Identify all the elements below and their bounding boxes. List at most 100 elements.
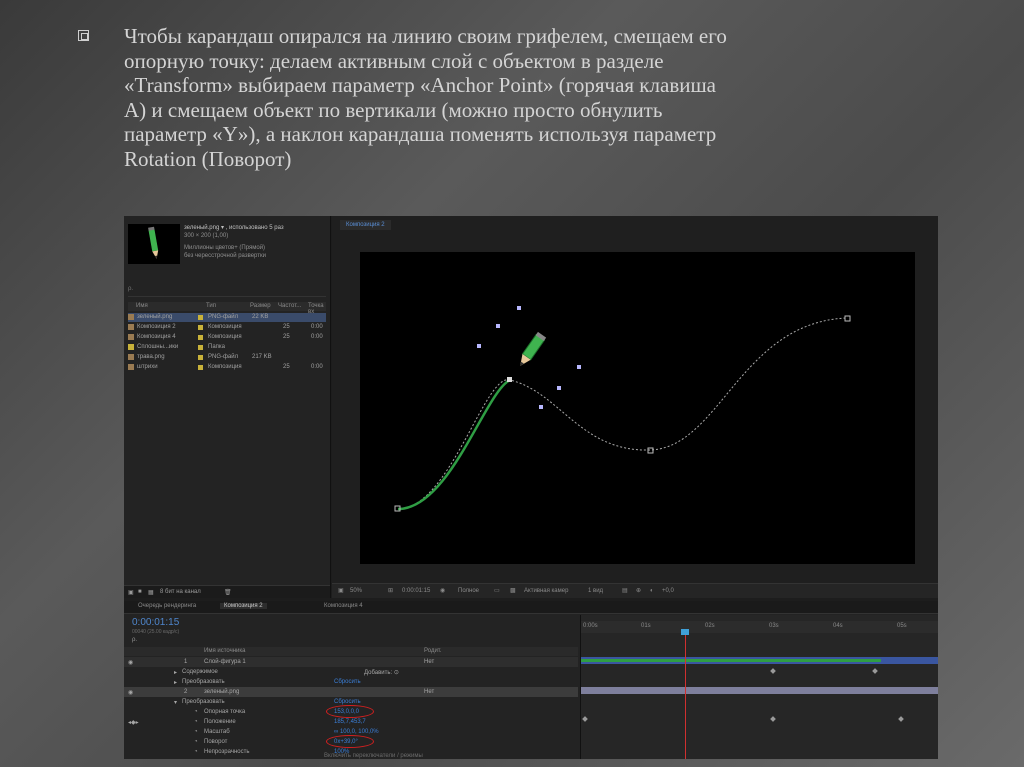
text-line: Rotation (Поворот) [124, 146, 292, 171]
text-line: параметр «Y»), а наклон карандаша поменя… [124, 122, 717, 146]
always-preview-icon[interactable]: ▣ [338, 584, 344, 598]
col-fps[interactable]: Частот... [278, 303, 301, 309]
project-columns: Имя Тип Размер Частот... Точка вх [128, 302, 326, 315]
timeline-tabs: Очередь рендеринга Композиция 2 Композиц… [124, 601, 938, 614]
after-effects-screenshot: зеленый.png ▾ , использовано 5 раз 300 ×… [124, 216, 938, 759]
text-line: опорную точку: делаем активным слой с об… [124, 48, 664, 73]
new-folder-icon[interactable]: ■ [138, 589, 142, 595]
property-group[interactable]: ▸ Содержимое Добавить: ⊙ [124, 667, 578, 677]
text-line: A) и смещаем объект по вертикали (можно … [124, 97, 663, 122]
label-color-icon [198, 325, 203, 330]
project-item[interactable]: Композиция 2 Композиция 25 0:00 [128, 323, 326, 332]
project-item[interactable]: зеленый.png PNG-файл 22 KB [128, 313, 326, 322]
label-color-icon [198, 345, 203, 350]
text-line: Чтобы карандаш опирался на линию своим г… [124, 24, 727, 48]
timeline-columns: Имя источника Родит. [124, 647, 578, 656]
exposure-icon[interactable]: ◐ [650, 584, 654, 598]
views-select[interactable]: 1 вид [588, 584, 603, 598]
image-file-icon [128, 314, 134, 320]
project-item[interactable]: Композиция 4 Композиция 25 0:00 [128, 333, 326, 342]
tab-render-queue[interactable]: Очередь рендеринга [138, 603, 196, 609]
file-interlace: без чересстрочной развертки [184, 253, 266, 259]
property-row[interactable]: ◂◆▸ ◔ Положение 185,7,453,7 [124, 717, 578, 727]
keyframe-icon[interactable] [770, 668, 776, 674]
folder-icon [128, 344, 134, 350]
playhead-handle-icon[interactable] [681, 629, 689, 635]
col-name[interactable]: Имя [136, 303, 148, 309]
parent-select: Нет [424, 659, 435, 665]
bit-depth[interactable]: 8 бит на канал [160, 589, 201, 595]
position-value: 185,7,453,7 [334, 719, 366, 725]
keyframe-icon[interactable] [872, 668, 878, 674]
quality-select[interactable]: Полное [458, 584, 479, 598]
tab-composition[interactable]: Композиция 2 [340, 220, 391, 230]
stopwatch-icon: ◔ [194, 729, 198, 735]
tab-composition-2[interactable]: Композиция 2 [220, 603, 267, 609]
layer-name: зеленый.png [204, 689, 240, 695]
parent-select: Нет [424, 689, 435, 695]
stopwatch-icon: ◔ [194, 749, 198, 755]
roi-icon[interactable]: ▭ [494, 584, 500, 598]
image-file-icon [128, 354, 134, 360]
col-source-name[interactable]: Имя источника [204, 648, 245, 654]
composition-canvas[interactable] [360, 252, 915, 564]
timecode[interactable]: 0:00:01:15 [402, 584, 430, 598]
file-info: зеленый.png ▾ , использовано 5 раз 300 ×… [184, 224, 324, 260]
keyframe-icon[interactable] [582, 716, 588, 722]
keyframe-icon[interactable] [770, 716, 776, 722]
property-group[interactable]: ▸ Преобразовать Сбросить [124, 677, 578, 687]
layer-row[interactable]: ◉ 1 Слой-фигура 1 Нет [124, 657, 578, 667]
col-size[interactable]: Размер [250, 303, 271, 309]
file-dims: 300 × 200 (1,00) [184, 233, 229, 239]
label-color-icon [198, 335, 203, 340]
path-vertex [844, 315, 851, 322]
file-color: Миллионы цветов+ (Прямой) [184, 245, 266, 251]
slide-paragraph: Чтобы карандаш опирался на линию своим г… [124, 24, 984, 171]
snapshot-icon[interactable]: ◉ [440, 584, 445, 598]
playhead[interactable] [685, 631, 686, 759]
switches-modes-toggle[interactable]: Включить переключатели / режимы [324, 753, 423, 759]
composition-icon [128, 324, 134, 330]
col-type[interactable]: Тип [206, 303, 216, 309]
eye-icon: ◉ [128, 690, 134, 696]
tab-composition-4[interactable]: Композиция 4 [324, 603, 363, 609]
trash-icon[interactable]: 🗑 [224, 589, 232, 596]
interpret-icon[interactable]: ▣ [128, 589, 134, 596]
motion-path [397, 317, 848, 510]
add-button: Добавить: ⊙ [364, 670, 399, 676]
stopwatch-icon: ◔ [194, 719, 198, 725]
search-icon: ρ. [128, 286, 134, 292]
current-time[interactable]: 0:00:01:15 [132, 617, 179, 628]
pencil-stroke [397, 378, 511, 511]
composition-icon [128, 334, 134, 340]
keyframe-nav-icon: ◂◆▸ [128, 720, 139, 726]
composition-panel: Композиция 2 ▣ 50% ⊞ 0:00:01:15 ◉ Полное… [332, 216, 938, 598]
project-item[interactable]: штрихи Композиция 25 0:00 [128, 363, 326, 372]
project-item[interactable]: трава.png PNG-файл 217 KB [128, 353, 326, 362]
bullet-icon [78, 30, 89, 41]
keyframe-icon[interactable] [898, 716, 904, 722]
layer-bar-selected[interactable] [581, 687, 938, 694]
time-ruler[interactable]: 0:00s 01s 02s 03s 04s 05s [581, 621, 938, 633]
project-item[interactable]: Сплошны...ики Папка [128, 343, 326, 352]
label-color-icon [198, 315, 203, 320]
exposure-value[interactable]: +0,0 [662, 584, 674, 598]
col-parent[interactable]: Родит. [424, 648, 442, 654]
stopwatch-icon: ◔ [194, 709, 198, 715]
zoom-select[interactable]: 50% [350, 584, 362, 598]
flowchart-icon[interactable]: ⊕ [636, 584, 641, 598]
timeline-graph[interactable]: 0:00s 01s 02s 03s 04s 05s [580, 615, 938, 759]
new-comp-icon[interactable]: ▦ [148, 589, 154, 596]
eye-icon: ◉ [128, 660, 134, 666]
stopwatch-icon: ◔ [194, 739, 198, 745]
transparency-icon[interactable]: ▩ [510, 584, 516, 598]
layer-row[interactable]: ◉ 2 зеленый.png Нет [124, 687, 578, 697]
work-bar [581, 659, 881, 662]
toggle-icon[interactable]: ▤ [622, 584, 628, 598]
search-icon[interactable]: ρ. [132, 637, 137, 643]
project-search[interactable]: ρ. [128, 286, 326, 297]
file-name[interactable]: зеленый.png ▾ , использовано 5 раз [184, 224, 324, 232]
camera-select[interactable]: Активная камер [524, 584, 568, 598]
layer-name: Слой-фигура 1 [204, 659, 246, 665]
grid-icon[interactable]: ⊞ [388, 584, 393, 598]
